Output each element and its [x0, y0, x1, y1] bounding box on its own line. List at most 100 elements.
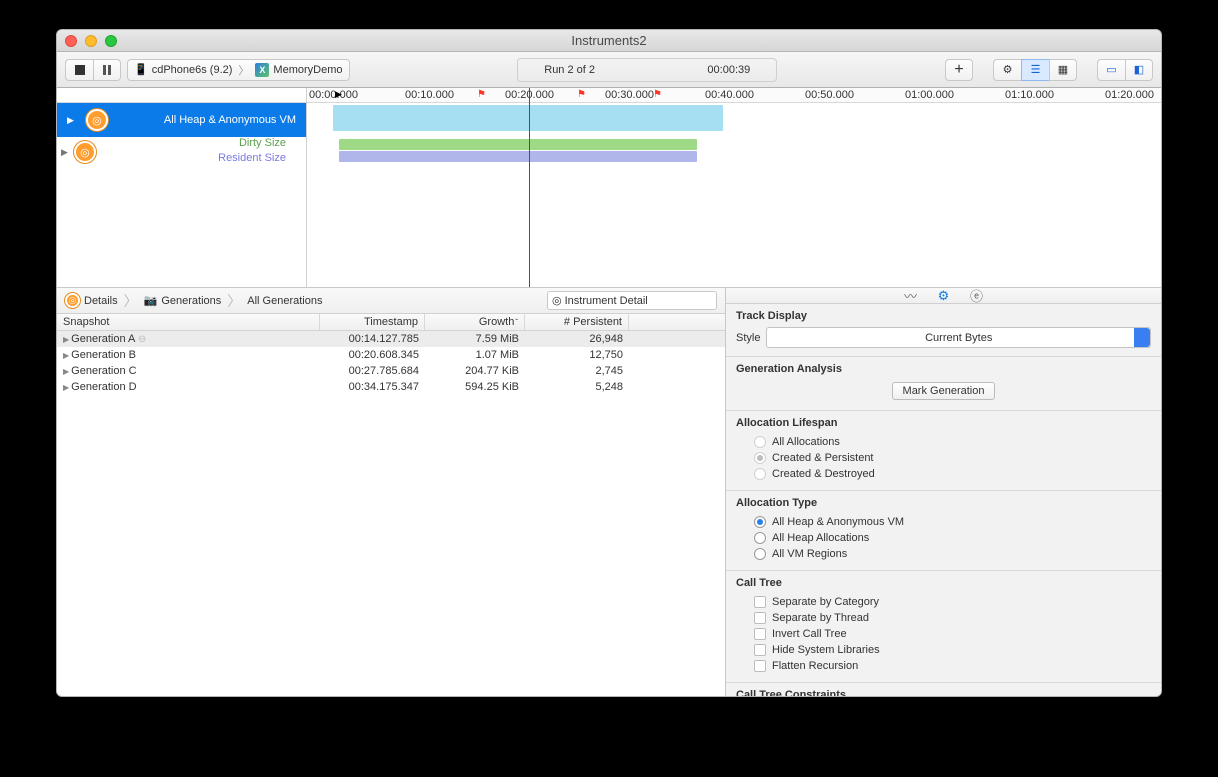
list-view-button[interactable]: ☰: [1021, 59, 1049, 81]
check-hide-system: Hide System Libraries: [736, 642, 1151, 658]
col-label: Growth: [479, 316, 514, 328]
target-label: MemoryDemo: [273, 64, 342, 76]
checkbox-icon: [754, 660, 766, 672]
section-track-display: Track Display Style Current Bytes: [726, 304, 1161, 357]
stop-button[interactable]: [65, 59, 93, 81]
chevron-right-icon: 〉: [124, 291, 138, 311]
window-title: Instruments2: [57, 33, 1161, 48]
strategy-view-button[interactable]: ⚙: [993, 59, 1021, 81]
table-row[interactable]: ▶Generation A ⊖ 00:14.127.785 7.59 MiB 2…: [57, 331, 725, 347]
breadcrumb-all-generations[interactable]: All Generations: [247, 295, 322, 307]
disclosure-icon[interactable]: ▶: [63, 367, 69, 376]
disclosure-icon[interactable]: ▶: [63, 383, 69, 392]
target-chooser[interactable]: 📱 cdPhone6s (9.2) 〉 X MemoryDemo: [127, 59, 350, 81]
breadcrumb: ◎ Details 〉 📷 Generations 〉 All Generati…: [57, 288, 725, 314]
section-allocation-type: Allocation Type All Heap & Anonymous VM …: [726, 491, 1161, 571]
radio-vm[interactable]: All VM Regions: [736, 546, 1151, 562]
col-timestamp[interactable]: Timestamp: [320, 314, 425, 330]
track-dirty-label: Dirty Size: [239, 137, 296, 152]
track-graph[interactable]: 00:00.000 ▶ 00:10.000 ⚑ 00:20.000 ⚑ 00:3…: [307, 88, 1161, 287]
pause-button[interactable]: [93, 59, 121, 81]
app-icon: X: [255, 63, 269, 77]
radio-created-persistent: Created & Persistent: [736, 450, 1151, 466]
detail-filter-input[interactable]: ◎ Instrument Detail: [547, 291, 717, 310]
playhead-line[interactable]: [529, 88, 530, 287]
col-growth[interactable]: Growthˇ: [425, 314, 525, 330]
section-heading: Track Display: [736, 310, 1151, 322]
cell-timestamp: 00:20.608.345: [320, 349, 425, 361]
section-heading: Generation Analysis: [736, 363, 1151, 375]
radio-all-allocations: All Allocations: [736, 434, 1151, 450]
style-value: Current Bytes: [925, 332, 992, 344]
time-ruler[interactable]: 00:00.000 ▶ 00:10.000 ⚑ 00:20.000 ⚑ 00:3…: [307, 88, 1161, 103]
content: ◎ Details 〉 📷 Generations 〉 All Generati…: [57, 288, 1161, 696]
disclosure-icon[interactable]: ▶: [61, 147, 68, 158]
radio-icon: [754, 548, 766, 560]
radio-icon: [754, 436, 766, 448]
camera-icon: 📷: [144, 294, 158, 307]
table-row[interactable]: ▶Generation B 00:20.608.345 1.07 MiB 12,…: [57, 347, 725, 363]
device-label: cdPhone6s (9.2): [152, 64, 233, 76]
check-separate-category: Separate by Category: [736, 594, 1151, 610]
inspector-panel-toggle[interactable]: ◧: [1125, 59, 1153, 81]
add-instrument-button[interactable]: +: [945, 59, 973, 81]
table-row[interactable]: ▶Generation C 00:27.785.684 204.77 KiB 2…: [57, 363, 725, 379]
check-label: Separate by Thread: [772, 612, 869, 624]
check-label: Hide System Libraries: [772, 644, 880, 656]
run-status[interactable]: Run 2 of 2 00:00:39: [517, 58, 777, 82]
gear-icon: ⚙: [1003, 63, 1013, 76]
radio-heap[interactable]: All Heap Allocations: [736, 530, 1151, 546]
cell-snapshot: Generation B: [71, 349, 136, 361]
section-generation-analysis: Generation Analysis Mark Generation: [726, 357, 1161, 411]
timeline: ▶ ◎ All Heap & Anonymous VM ▶ ◎ Dirty Si…: [57, 88, 1161, 288]
info-icon[interactable]: ⊖: [138, 334, 146, 345]
settings-tab-icon[interactable]: ⚙: [936, 288, 951, 303]
radio-label: Created & Persistent: [772, 452, 874, 464]
col-persistent[interactable]: # Persistent: [525, 314, 629, 330]
cell-timestamp: 00:14.127.785: [320, 333, 425, 345]
flag-icon[interactable]: ⚑: [477, 89, 486, 100]
disclosure-icon[interactable]: ▶: [63, 335, 69, 344]
breadcrumb-generations[interactable]: 📷 Generations: [144, 294, 222, 307]
panel-bottom-icon: ▭: [1106, 63, 1116, 76]
track-allocations[interactable]: ▶ ◎ All Heap & Anonymous VM: [57, 103, 306, 137]
cell-growth: 204.77 KiB: [425, 365, 525, 377]
allocations-icon: ◎: [86, 109, 108, 131]
flag-icon[interactable]: ⚑: [653, 89, 662, 100]
col-snapshot[interactable]: Snapshot: [57, 314, 320, 330]
ruler-tick: 00:50.000: [805, 89, 854, 101]
cell-persistent: 26,948: [525, 333, 629, 345]
section-heading: Allocation Lifespan: [736, 417, 1151, 429]
table-row[interactable]: ▶Generation D 00:34.175.347 594.25 KiB 5…: [57, 379, 725, 395]
table-header: Snapshot Timestamp Growthˇ # Persistent: [57, 314, 725, 331]
grid-icon: ▦: [1058, 63, 1068, 76]
radio-label: All Allocations: [772, 436, 840, 448]
breadcrumb-details[interactable]: ◎ Details: [65, 293, 118, 308]
flag-icon[interactable]: ⚑: [577, 89, 586, 100]
breadcrumb-label: All Generations: [247, 295, 322, 307]
section-heading: Call Tree: [736, 577, 1151, 589]
summary-tab-icon[interactable]: 〰: [903, 288, 918, 303]
detail-panel-toggle[interactable]: ▭: [1097, 59, 1125, 81]
track-allocations-label: All Heap & Anonymous VM: [164, 114, 296, 126]
radio-label: All Heap Allocations: [772, 532, 869, 544]
toolbar: 📱 cdPhone6s (9.2) 〉 X MemoryDemo Run 2 o…: [57, 52, 1161, 88]
panel-right-icon: ◧: [1134, 63, 1144, 76]
cell-growth: 7.59 MiB: [425, 333, 525, 345]
extended-tab-icon[interactable]: ⓔ: [969, 288, 984, 303]
radio-heap-anon[interactable]: All Heap & Anonymous VM: [736, 514, 1151, 530]
inspector-tabs: 〰 ⚙ ⓔ: [726, 288, 1161, 304]
radio-icon: [754, 452, 766, 464]
placeholder-text: Instrument Detail: [565, 295, 648, 307]
mark-generation-button[interactable]: Mark Generation: [892, 382, 996, 400]
playhead-icon[interactable]: ▶: [335, 89, 342, 100]
grid-view-button[interactable]: ▦: [1049, 59, 1077, 81]
elapsed-time: 00:00:39: [707, 64, 750, 76]
check-label: Separate by Category: [772, 596, 879, 608]
radio-icon: [754, 532, 766, 544]
radio-created-destroyed: Created & Destroyed: [736, 466, 1151, 482]
disclosure-icon[interactable]: ▶: [63, 351, 69, 360]
graph-allocations: [333, 105, 723, 131]
cell-growth: 594.25 KiB: [425, 381, 525, 393]
style-select[interactable]: Current Bytes: [766, 327, 1151, 348]
